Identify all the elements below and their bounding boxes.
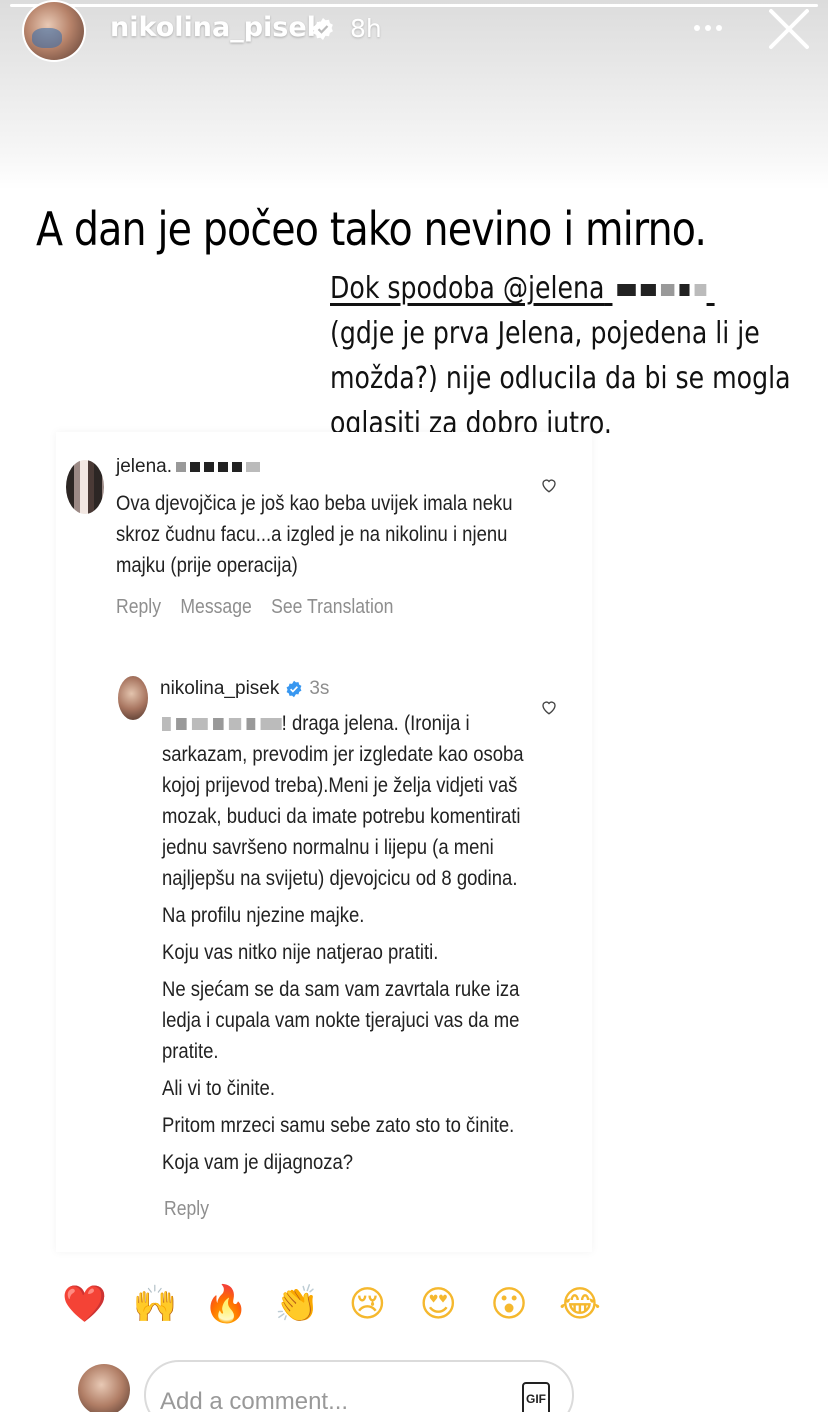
raised-hands-icon[interactable]: 🙌 [133, 1280, 178, 1330]
reply-avatar [118, 676, 148, 720]
story-caption: Dok spodoba @jelena (gdje je prva Jelena… [330, 266, 791, 446]
reply-reply-button[interactable]: Reply [164, 1198, 209, 1221]
more-horizontal-icon[interactable] [690, 16, 726, 40]
comment-screenshot: jelena. Ova djevojčica je još kao beba u… [56, 432, 592, 1252]
fire-icon[interactable]: 🔥 [204, 1280, 249, 1330]
reply-username[interactable]: nikolina_pisek [160, 678, 279, 700]
reply-text: ! draga jelena. (Ironija i sarkazam, pre… [162, 708, 532, 1178]
reply-actions: Reply [164, 1198, 209, 1221]
comment-input[interactable] [160, 1388, 500, 1412]
verified-badge-icon [286, 680, 302, 698]
story-avatar[interactable] [22, 0, 86, 62]
composer-avatar [78, 1364, 130, 1412]
reply-header: nikolina_pisek 3s [160, 678, 329, 700]
message-button[interactable]: Message [180, 596, 251, 619]
caption-line-2: (gdje je prva Jelena, pojedena li je [330, 316, 760, 351]
like-comment-icon[interactable] [540, 476, 558, 494]
heart-icon[interactable]: ❤️ [62, 1280, 107, 1330]
commenter-username[interactable]: jelena. [116, 456, 260, 478]
laughing-icon[interactable]: 😂 [558, 1280, 602, 1330]
crying-face-icon[interactable]: 😢 [345, 1280, 389, 1330]
story-progress-bar [10, 4, 818, 7]
clap-icon[interactable]: 👏 [275, 1280, 320, 1330]
see-translation-button[interactable]: See Translation [271, 596, 393, 619]
comment-actions: Reply Message See Translation [116, 596, 393, 619]
caption-line-3: možda?) nije odlucila da bi se mogla [330, 361, 791, 396]
like-reply-icon[interactable] [540, 698, 558, 716]
mention-link[interactable]: Dok spodoba @jelena [330, 271, 604, 306]
verified-badge-icon [313, 18, 333, 40]
story-headline: A dan je počeo tako nevino i mirno. [36, 202, 707, 256]
comment-text: Ova djevojčica je još kao beba uvijek im… [116, 492, 513, 577]
story-time: 8h [350, 14, 382, 43]
heart-eyes-icon[interactable]: 😍 [416, 1280, 460, 1330]
story-username[interactable]: nikolina_pisek [110, 12, 325, 43]
commenter-avatar [66, 460, 104, 514]
reply-first-line: ! draga jelena. (Ironija i [162, 708, 532, 739]
close-icon[interactable] [766, 6, 812, 52]
reply-button[interactable]: Reply [116, 596, 161, 619]
mention-redacted [604, 271, 714, 306]
caption-line-1: Dok spodoba @jelena [330, 266, 716, 311]
surprised-face-icon[interactable]: 😮 [487, 1280, 531, 1330]
gif-button[interactable]: GIF [522, 1382, 550, 1412]
comment-composer: GIF [144, 1360, 574, 1412]
reply-time: 3s [309, 678, 330, 699]
reaction-bar: ❤️ 🙌 🔥 👏 😢 😍 😮 😂 [62, 1280, 602, 1330]
